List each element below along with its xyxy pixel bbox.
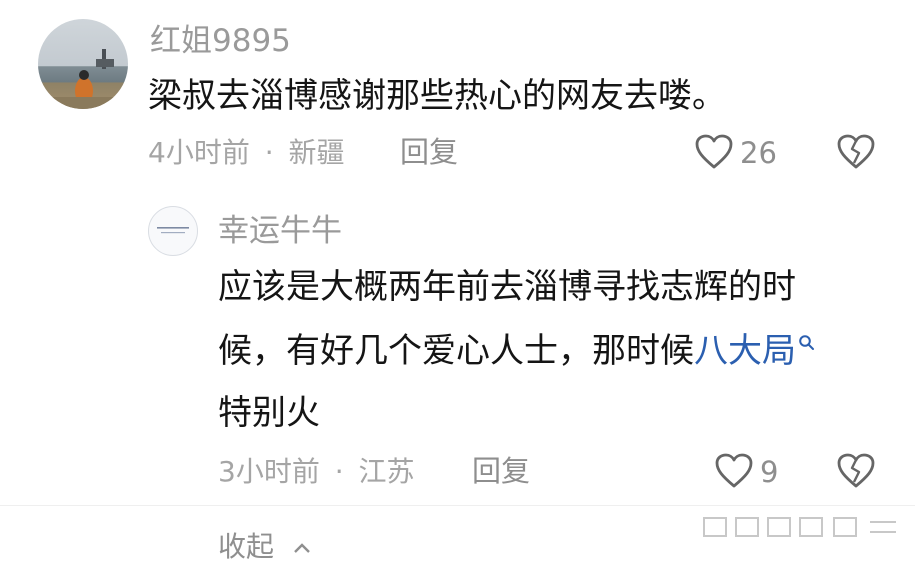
collapse-replies-button[interactable]: 收起 [218, 533, 311, 561]
comment-meta: 4小时前 · 新疆 [148, 139, 345, 167]
comment-text: 梁叔去淄博感谢那些热心的网友去喽。 [148, 76, 726, 116]
comment-like-count: 26 [740, 136, 777, 170]
replier-avatar[interactable] [148, 206, 198, 256]
comment-time: 4小时前 [148, 136, 250, 169]
comment-location: 新疆 [288, 136, 345, 169]
reply-meta: 3小时前 · 江苏 [218, 458, 415, 486]
reply-text-line-3: 特别火 [218, 393, 320, 433]
heart-outline-icon [695, 134, 733, 169]
commenter-avatar-image [38, 49, 128, 109]
chevron-up-icon [293, 542, 311, 554]
reply-like-count: 9 [760, 455, 779, 489]
watermark [700, 512, 900, 542]
commenter-avatar[interactable] [38, 19, 128, 109]
reply-time: 3小时前 [218, 455, 320, 488]
broken-heart-icon [837, 134, 875, 169]
replier-username[interactable]: 幸运牛牛 [218, 216, 342, 247]
search-icon[interactable] [798, 334, 816, 352]
reply-text-line-2: 候，有好几个爱心人士，那时候八大局 [218, 334, 816, 368]
comment-reply-button[interactable]: 回复 [400, 138, 458, 167]
divider [0, 505, 915, 506]
reply-like-button[interactable] [714, 452, 754, 490]
reply-text-line-2-prefix: 候，有好几个爱心人士，那时候 [218, 331, 694, 371]
reply-reply-button[interactable]: 回复 [472, 457, 530, 486]
reply-dislike-button[interactable] [836, 452, 876, 490]
reply-text-line-1: 应该是大概两年前去淄博寻找志辉的时 [218, 267, 796, 307]
comment-like-button[interactable] [694, 133, 734, 171]
meta-separator: · [334, 455, 344, 488]
replier-avatar-image [157, 227, 189, 234]
keyword-link[interactable]: 八大局 [694, 331, 796, 371]
collapse-label: 收起 [218, 530, 275, 563]
comment-dislike-button[interactable] [836, 133, 876, 171]
commenter-username[interactable]: 红姐9895 [150, 26, 291, 57]
heart-outline-icon [715, 453, 753, 488]
meta-separator: · [264, 136, 274, 169]
broken-heart-icon [837, 453, 875, 488]
reply-location: 江苏 [358, 455, 415, 488]
